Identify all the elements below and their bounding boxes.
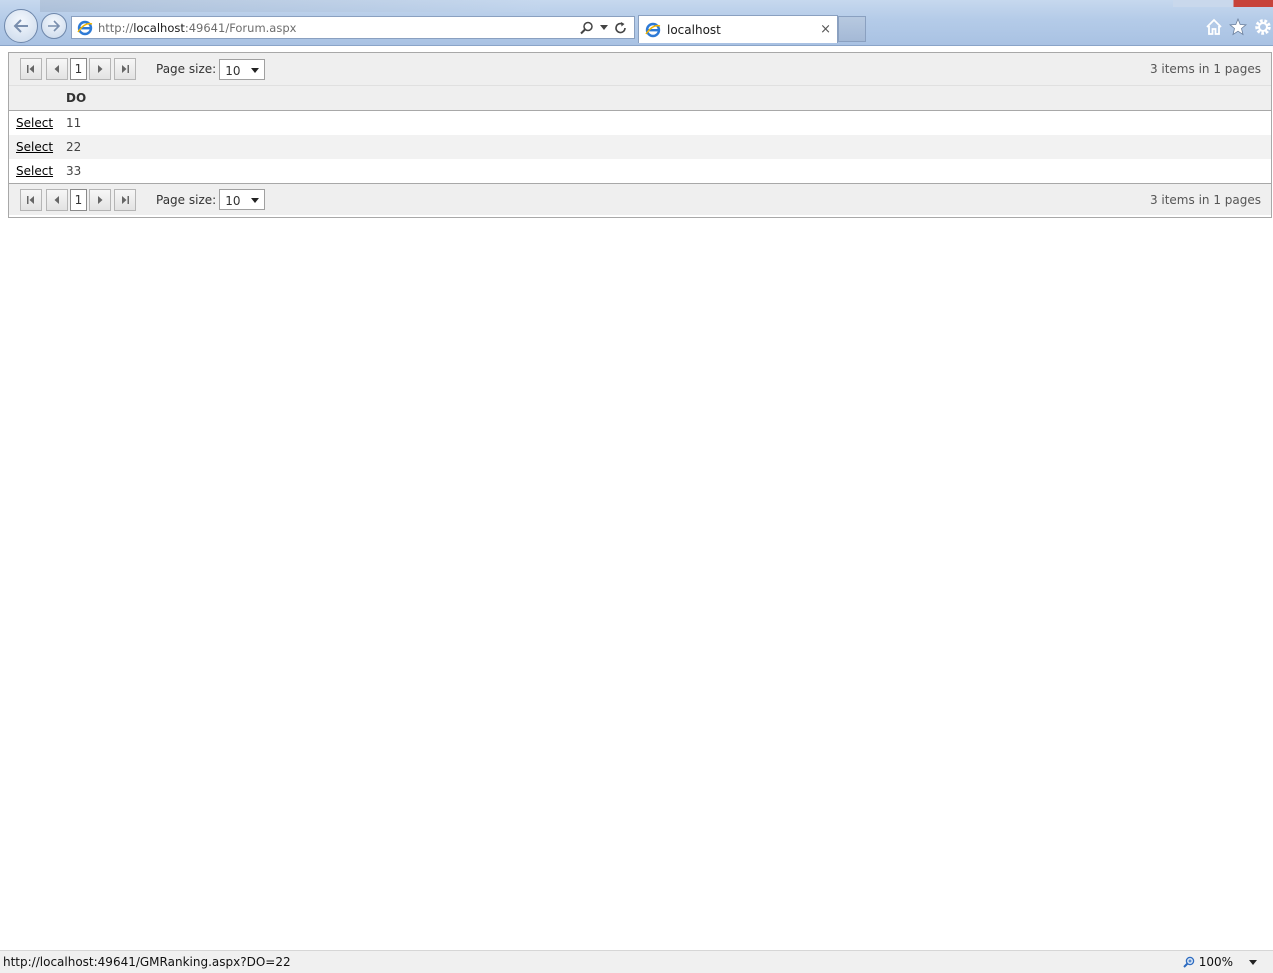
- ie-logo-icon: [77, 20, 93, 35]
- page-size-value: 10: [225, 63, 241, 78]
- data-grid: 1 Page size: 10 3 items in 1 pages DO Se…: [8, 52, 1272, 218]
- back-arrow-icon: [13, 19, 28, 33]
- search-icon[interactable]: [580, 21, 594, 35]
- home-icon[interactable]: [1205, 18, 1223, 36]
- status-link-url: http://localhost:49641/GMRanking.aspx?DO…: [3, 955, 291, 969]
- address-url[interactable]: http://localhost:49641/Forum.aspx: [98, 21, 580, 35]
- page-number-box[interactable]: 1: [70, 188, 87, 211]
- select-link[interactable]: Select: [16, 164, 66, 178]
- prev-page-icon: [54, 195, 59, 204]
- page-size-select[interactable]: 10: [219, 189, 266, 210]
- page-size-label: Page size:: [156, 192, 217, 207]
- browser-tools: [1205, 17, 1273, 37]
- pager-top: 1 Page size: 10 3 items in 1 pages: [9, 53, 1271, 86]
- first-page-button[interactable]: [20, 188, 42, 211]
- pager-bottom: 1 Page size: 10 3 items in 1 pages: [9, 183, 1271, 215]
- next-page-button[interactable]: [89, 188, 111, 211]
- select-link[interactable]: Select: [16, 116, 66, 130]
- window-title-blur: [40, 0, 540, 12]
- tab-close-icon[interactable]: ×: [820, 22, 831, 37]
- last-page-button[interactable]: [114, 188, 136, 211]
- page-size-value: 10: [225, 194, 241, 208]
- cell-do: 22: [66, 140, 82, 154]
- cell-do: 11: [66, 116, 82, 130]
- next-page-icon: [98, 195, 103, 204]
- prev-page-button[interactable]: [46, 58, 68, 80]
- back-button[interactable]: [4, 9, 38, 43]
- forward-arrow-icon: [48, 20, 61, 32]
- first-page-button[interactable]: [20, 58, 42, 80]
- table-row: Select 22: [9, 135, 1271, 159]
- chevron-down-icon: [251, 198, 260, 203]
- page-size-label: Page size:: [156, 62, 217, 76]
- chevron-down-icon: [251, 67, 260, 73]
- page-number-box[interactable]: 1: [70, 58, 87, 80]
- table-row: Select 33: [9, 159, 1271, 183]
- gear-icon[interactable]: [1253, 17, 1273, 37]
- status-bar: http://localhost:49641/GMRanking.aspx?DO…: [0, 950, 1273, 973]
- first-page-icon: [27, 65, 34, 73]
- address-bar[interactable]: http://localhost:49641/Forum.aspx: [71, 16, 635, 39]
- zoom-control[interactable]: 100%: [1182, 955, 1257, 969]
- prev-page-icon: [54, 65, 59, 73]
- refresh-icon[interactable]: [614, 21, 628, 35]
- first-page-icon: [27, 195, 34, 204]
- window-controls[interactable]: [1173, 0, 1273, 7]
- tab-title: localhost: [667, 22, 721, 37]
- grid-header: DO: [9, 86, 1271, 111]
- browser-toolbar: http://localhost:49641/Forum.aspx localh…: [0, 0, 1273, 46]
- last-page-button[interactable]: [114, 58, 136, 80]
- last-page-icon: [122, 65, 129, 73]
- table-row: Select 11: [9, 111, 1271, 135]
- pager-info: 3 items in 1 pages: [1149, 62, 1261, 76]
- zoom-level: 100%: [1198, 955, 1233, 969]
- tab-localhost[interactable]: localhost ×: [638, 15, 838, 43]
- star-icon[interactable]: [1229, 18, 1247, 36]
- search-dropdown-icon[interactable]: [600, 24, 608, 31]
- forward-button[interactable]: [41, 13, 67, 39]
- column-header-do[interactable]: DO: [66, 91, 86, 105]
- zoom-icon: [1182, 956, 1194, 968]
- next-page-icon: [98, 65, 103, 73]
- next-page-button[interactable]: [89, 58, 111, 80]
- prev-page-button[interactable]: [46, 188, 68, 211]
- select-link[interactable]: Select: [16, 140, 66, 154]
- pager-info: 3 items in 1 pages: [1149, 192, 1261, 207]
- last-page-icon: [122, 195, 129, 204]
- new-tab-button[interactable]: [838, 16, 866, 42]
- page-size-select[interactable]: 10: [219, 58, 266, 80]
- chevron-down-icon[interactable]: [1249, 959, 1257, 965]
- ie-logo-icon: [645, 22, 661, 37]
- cell-do: 33: [66, 164, 82, 178]
